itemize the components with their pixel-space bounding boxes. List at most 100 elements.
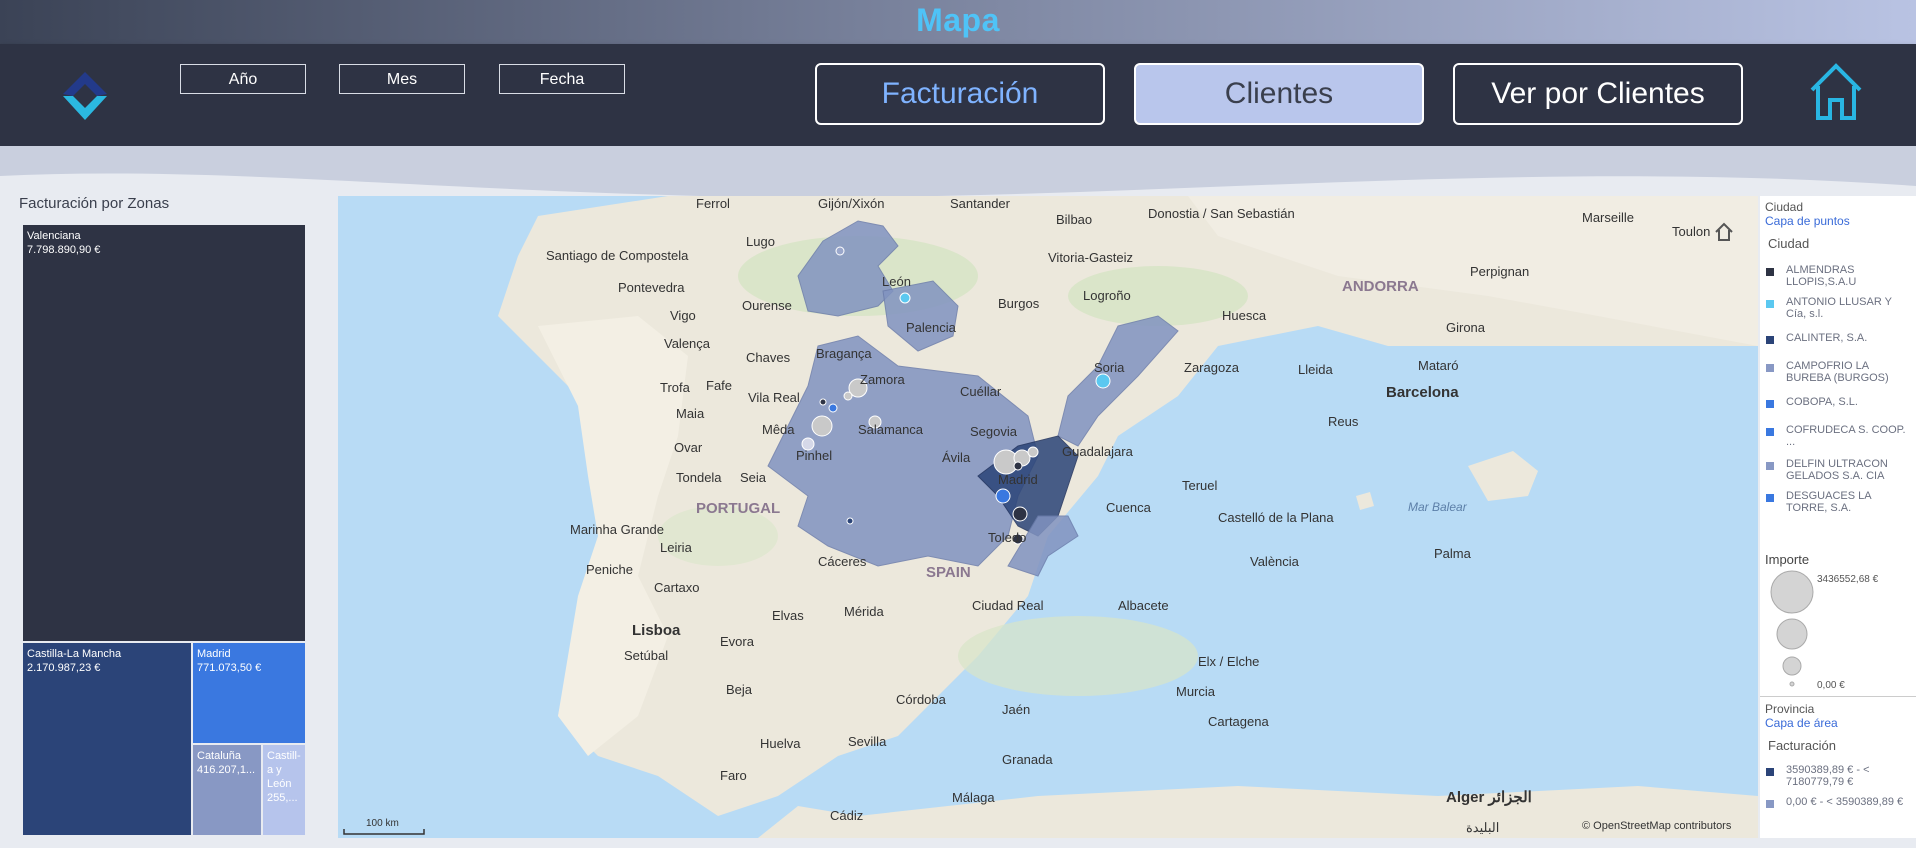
map-label-leiria: Leiria [660,540,692,555]
map-label-guadalajara: Guadalajara [1062,444,1133,459]
map-label-teruel: Teruel [1182,478,1218,493]
map-label-mataro: Mataró [1418,358,1459,373]
map-label-murcia: Murcia [1176,684,1216,699]
treemap-tile-cataluna[interactable]: Cataluña 416.207,1... [192,744,262,836]
legend-item-label: CALINTER, S.A. [1786,332,1868,344]
map-label-ovar: Ovar [674,440,703,455]
app-logo-icon [63,72,107,120]
legend-province-title: Provincia [1765,702,1815,716]
map-label-elche: Elx / Elche [1198,654,1260,669]
map-label-gijon: Gijón/Xixón [818,196,885,211]
tile-name: Valenciana [27,230,81,242]
point-valencia-3 [1027,446,1039,458]
land-mallorca [1468,451,1538,501]
map-label-vilareal: Vila Real [748,390,800,405]
map-label-castellon: Castelló de la Plana [1218,510,1334,525]
legend-swatch [1766,462,1774,470]
treemap-tile-valenciana[interactable]: Valenciana 7.798.890,90 € [22,224,306,642]
map-label-soria: Soria [1094,360,1125,375]
map-label-salamanca: Salamanca [858,422,924,437]
home-icon[interactable] [1808,62,1864,122]
map-label-palma: Palma [1434,546,1471,561]
map-label-burgos: Burgos [998,296,1040,311]
map-label-mar-balear: Mar Balear [1408,500,1467,514]
tile-value: 255,... [267,792,298,804]
filter-date-button[interactable]: Fecha [499,64,625,94]
map-view[interactable]: Ferrol Gijón/Xixón Santander Bilbao Dono… [338,196,1758,838]
map-label-peniche: Peniche [586,562,633,577]
legend-size-title: Importe [1765,552,1810,567]
map-label-chaves: Chaves [746,350,791,365]
map-label-madrid: Madrid [998,472,1038,487]
legend-swatch [1766,364,1774,372]
point-madrid-3 [828,403,838,413]
treemap-tile-madrid[interactable]: Madrid 771.073,50 € [192,642,306,744]
treemap-tile-castilla-la-mancha[interactable]: Castilla-La Mancha 2.170.987,23 € [22,642,192,836]
map-label-tondela: Tondela [676,470,722,485]
map-label-faro: Faro [720,768,747,783]
legend-item-label: ANTONIO LLUSAR Y Cía, s.l. [1786,296,1892,320]
map-label-malaga: Málaga [952,790,995,805]
map-label-ourense: Ourense [742,298,792,313]
map-label-fafe: Fafe [706,378,733,393]
tile-value: 7.798.890,90 € [27,244,101,256]
map-label-zaragoza: Zaragoza [1184,360,1239,375]
map-label-elvas: Elvas [772,608,804,623]
map-label-cuellar: Cuéllar [960,384,1002,399]
legend-item-label: COBOPA, S.L. [1786,396,1858,408]
tile-value: 2.170.987,23 € [27,662,101,674]
map-label-spain: SPAIN [926,564,971,581]
point-soria [899,292,911,304]
map-label-lisboa: Lisboa [632,622,681,639]
filter-year-button[interactable]: Año [180,64,306,94]
map-label-valenca: Valença [664,336,711,351]
nav-facturacion-button[interactable]: Facturación [815,63,1105,125]
legend-size-max: 3436552,68 € [1817,574,1879,585]
header-bar: Año Mes Fecha Facturación Clientes Ver p… [0,44,1916,146]
map-label-albacete: Albacete [1118,598,1169,613]
map-attribution[interactable]: © OpenStreetMap contributors [1582,820,1731,832]
map-label-cordoba: Córdoba [896,692,946,707]
legend-city-title: Ciudad [1765,200,1804,214]
map-label-ferrol: Ferrol [696,196,730,211]
legend-city-sub: Capa de puntos [1765,214,1850,228]
legend-swatch [1766,428,1774,436]
map-label-sevilla: Sevilla [848,734,887,749]
map-label-trofa: Trofa [660,380,690,395]
map-label-meda: Mêda [762,422,795,437]
legend-swatch [1766,768,1774,776]
map-label-palencia: Palencia [906,320,956,335]
map-label-cuenca: Cuenca [1106,500,1151,515]
legend-divider [1760,696,1916,697]
map-label-avila: Ávila [942,450,971,465]
map-label-santiago: Santiago de Compostela [546,248,689,263]
map-label-braganca: Bragança [816,346,872,361]
map-label-marseille: Marseille [1582,210,1635,225]
nav-clientes-button[interactable]: Clientes [1134,63,1424,125]
map-label-caceres: Cáceres [818,554,867,569]
map-home-icon[interactable] [1714,222,1734,242]
map-label-lleida: Lleida [1298,362,1333,377]
map-label-merida: Mérida [844,604,884,619]
point-toledo [811,415,833,437]
point-castellon [1095,373,1111,389]
legend-item-label: DELFIN ULTRACON GELADOS S.A. CIA [1786,458,1888,482]
treemap-tile-castilla-y-leon[interactable]: Castill-a y León 255,... [262,744,306,836]
point-valencia-4 [1013,461,1023,471]
nav-ver-por-clientes-button[interactable]: Ver por Clientes [1453,63,1743,125]
point-valencia-5 [995,488,1011,504]
treemap-title: Facturación por Zonas [19,195,170,212]
map-label-setubal: Setúbal [624,648,669,663]
map-label-leon: León [882,274,911,289]
map-label-huesca: Huesca [1222,308,1267,323]
map-label-granada: Granada [1002,752,1053,767]
tile-name: Castill-a y León [267,750,301,790]
map-label-pontevedra: Pontevedra [618,280,685,295]
map-label-alger: Alger الجزائر [1446,789,1532,806]
map-label-toledo: Toledo [988,530,1027,545]
legend-swatch [1766,400,1774,408]
map-label-evora: Evora [720,634,754,649]
filter-month-button[interactable]: Mes [339,64,465,94]
map-label-vigo: Vigo [670,308,696,323]
map-label-pinhel: Pinhel [796,448,833,463]
